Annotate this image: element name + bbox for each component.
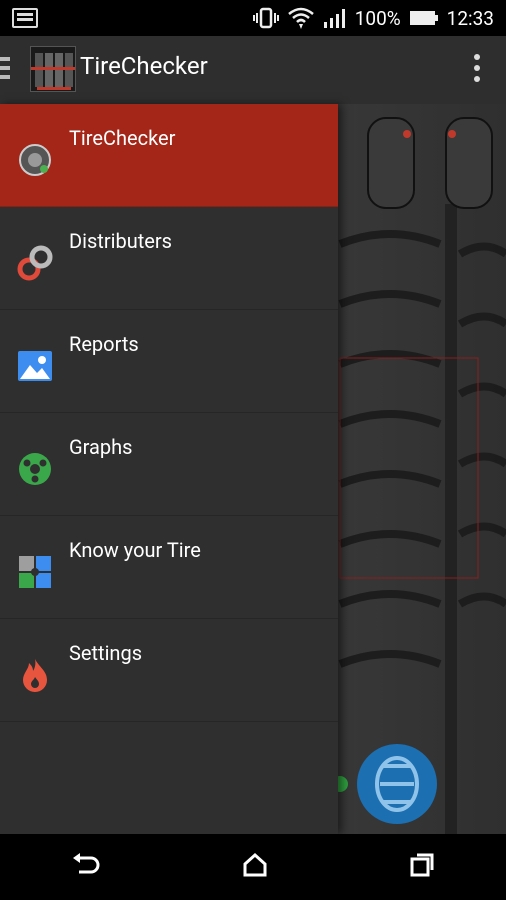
drawer-item-label: Distributers bbox=[69, 229, 172, 253]
status-bar: 100% 12:33 bbox=[0, 0, 506, 36]
signal-icon bbox=[323, 8, 347, 28]
tire-icon bbox=[17, 142, 53, 178]
app-bar: TireChecker bbox=[0, 36, 506, 104]
chain-link-icon bbox=[17, 245, 53, 281]
steering-wheel-icon bbox=[17, 451, 53, 487]
app-logo bbox=[30, 46, 76, 92]
drawer-item-graphs[interactable]: Graphs bbox=[0, 413, 338, 516]
drawer-item-know-your-tire[interactable]: Know your Tire bbox=[0, 516, 338, 619]
status-icons: 100% 12:33 bbox=[252, 0, 494, 36]
drawer-item-label: Know your Tire bbox=[69, 538, 201, 562]
app-title: TireChecker bbox=[80, 52, 208, 80]
wifi-icon bbox=[287, 6, 315, 30]
battery-icon bbox=[409, 10, 439, 26]
system-navigation-bar bbox=[0, 834, 506, 900]
drawer-item-settings[interactable]: Settings bbox=[0, 619, 338, 722]
puzzle-icon bbox=[17, 554, 53, 590]
navigation-drawer: TireChecker Distributers Reports Graphs … bbox=[0, 104, 338, 834]
drawer-item-label: Settings bbox=[69, 641, 143, 665]
drawer-item-label: Reports bbox=[69, 332, 139, 356]
recent-apps-icon[interactable] bbox=[409, 852, 435, 882]
vibrate-icon bbox=[252, 7, 279, 29]
drawer-item-label: TireChecker bbox=[69, 126, 176, 150]
battery-percent: 100% bbox=[354, 6, 401, 30]
drawer-item-label: Graphs bbox=[69, 435, 133, 459]
home-icon[interactable] bbox=[242, 852, 268, 882]
flame-icon bbox=[17, 657, 53, 693]
hamburger-menu-icon[interactable] bbox=[0, 54, 10, 84]
back-icon[interactable] bbox=[71, 852, 101, 882]
drawer-item-reports[interactable]: Reports bbox=[0, 310, 338, 413]
clock: 12:33 bbox=[446, 6, 494, 30]
overflow-menu-icon[interactable] bbox=[474, 54, 480, 87]
drawer-item-distributers[interactable]: Distributers bbox=[0, 207, 338, 310]
notification-icon bbox=[12, 8, 38, 28]
image-icon bbox=[17, 348, 53, 384]
drawer-item-tirechecker[interactable]: TireChecker bbox=[0, 104, 338, 207]
